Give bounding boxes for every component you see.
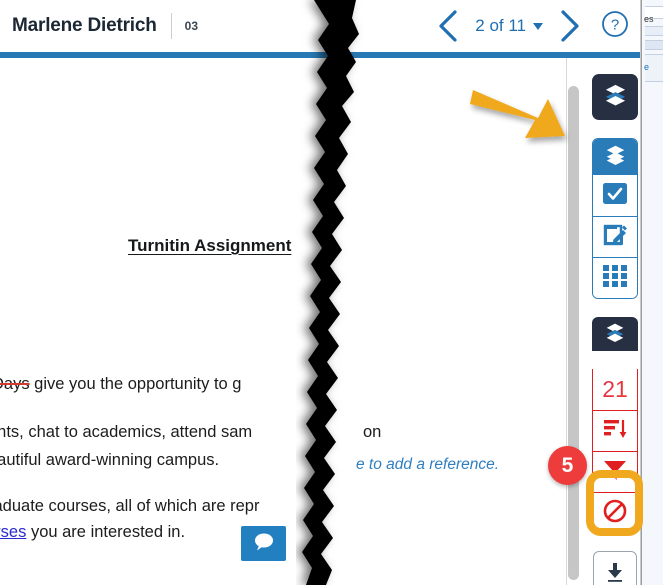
inline-annotation-text: e to add a reference. xyxy=(356,456,500,473)
turnitin-feedback-studio-screen: es e Marlene Dietrich 03 2 of 11 ? Turni… xyxy=(0,0,663,585)
filters-and-settings-button[interactable] xyxy=(593,451,637,492)
document-text-line: Days give you the opportunity to g xyxy=(0,374,241,395)
document-text-line: ents, chat to academics, attend sam xyxy=(0,423,253,441)
layers-icon xyxy=(605,144,626,170)
document-page: Turnitin Assignment Days give you the op… xyxy=(0,58,640,585)
line-text: you are interested in. xyxy=(26,523,186,541)
bg-window-strip xyxy=(645,40,663,50)
viewer-header: Marlene Dietrich 03 2 of 11 ? xyxy=(0,0,640,52)
document-hyperlink[interactable]: urses xyxy=(0,523,26,541)
comment-marker[interactable] xyxy=(241,526,286,561)
download-button[interactable] xyxy=(594,552,636,585)
previous-page-button[interactable] xyxy=(429,4,467,48)
chevron-down-icon xyxy=(533,22,543,30)
svg-text:?: ? xyxy=(611,16,619,33)
active-layers-group xyxy=(592,138,638,299)
chevron-left-icon xyxy=(437,9,459,43)
document-text-line: eautiful award-winning campus. xyxy=(0,451,220,469)
layers-panel-toggle[interactable] xyxy=(592,74,638,120)
similarity-group-wrapper: 21 xyxy=(592,317,638,534)
page-indicator[interactable]: 2 of 11 xyxy=(467,16,551,36)
chevron-right-icon xyxy=(559,9,581,43)
document-text-line: raduate courses, all of which are repr xyxy=(0,497,260,515)
download-arrow-icon xyxy=(603,560,627,585)
question-mark-circle-icon: ? xyxy=(601,10,629,43)
similarity-header[interactable] xyxy=(592,317,638,351)
exclude-block-icon xyxy=(603,499,627,528)
similarity-score[interactable]: 21 xyxy=(593,369,637,410)
background-window[interactable]: es e xyxy=(640,0,663,585)
checkbox-checked-icon xyxy=(602,182,628,210)
bg-window-text: es xyxy=(644,14,654,24)
bg-window-strip xyxy=(645,26,663,36)
excluded-sources-button[interactable] xyxy=(593,492,637,533)
active-layers-header[interactable] xyxy=(593,139,637,175)
header-divider xyxy=(170,13,172,39)
next-page-button[interactable] xyxy=(551,4,589,48)
right-toolbar: 21 xyxy=(592,58,638,585)
document-text-line-tail: on xyxy=(363,423,382,441)
comment-bubble-icon xyxy=(251,531,277,557)
scrollbar-track xyxy=(566,58,567,585)
filter-funnel-icon xyxy=(603,459,627,486)
grid-icon xyxy=(603,264,627,292)
rubric-toggle[interactable] xyxy=(593,257,637,298)
bg-window-link: e xyxy=(644,62,650,72)
document-title: Turnitin Assignment xyxy=(128,236,292,255)
student-name: Marlene Dietrich xyxy=(12,15,157,36)
similarity-group: 21 xyxy=(592,369,638,534)
page-indicator-label: 2 of 11 xyxy=(475,16,526,35)
help-button[interactable]: ? xyxy=(589,4,640,48)
struck-text: Days xyxy=(0,375,30,393)
line-text: give you the opportunity to g xyxy=(29,375,242,393)
edit-pencil-icon xyxy=(602,222,628,253)
download-info-group: i xyxy=(593,551,637,585)
grading-toggle[interactable] xyxy=(593,175,637,216)
quickmarks-toggle[interactable] xyxy=(593,216,637,257)
document-viewer: Marlene Dietrich 03 2 of 11 ? Turnitin A… xyxy=(0,0,641,585)
layers-icon xyxy=(605,322,625,347)
document-text-line: urses you are interested in. xyxy=(0,522,185,543)
paper-id: 03 xyxy=(184,19,198,33)
layers-icon xyxy=(604,83,627,111)
match-overview-button[interactable] xyxy=(593,410,637,451)
vertical-scrollbar[interactable] xyxy=(568,86,579,580)
sort-descending-icon xyxy=(603,418,627,445)
